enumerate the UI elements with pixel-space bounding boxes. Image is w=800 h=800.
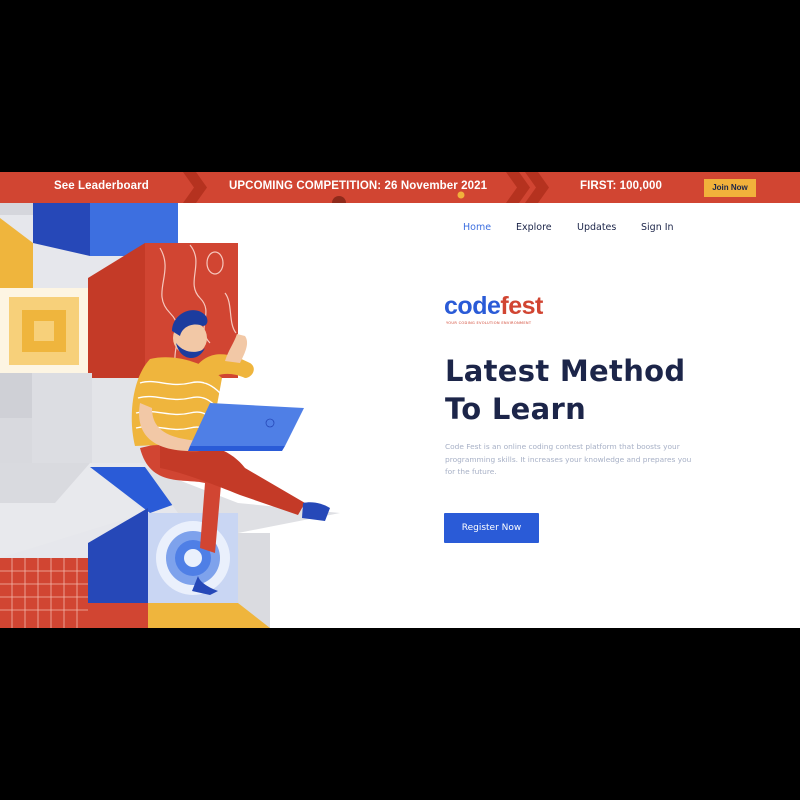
announcement-banner: See Leaderboard UPCOMING COMPETITION: 26… [0, 172, 800, 203]
logo-o: o [457, 292, 473, 320]
see-leaderboard-link[interactable]: See Leaderboard [54, 180, 149, 192]
nav-home-link[interactable]: Home [463, 222, 491, 233]
landing-page: See Leaderboard UPCOMING COMPETITION: 26… [0, 172, 800, 628]
first-prize-text: FIRST: 100,000 [580, 180, 662, 192]
hero-title-line2: To Learn [445, 392, 587, 426]
hero-title: Latest Method To Learn [445, 352, 685, 428]
logo-fest: fest [500, 292, 543, 320]
logo-de: de [472, 292, 501, 320]
logo-c: c [444, 292, 458, 320]
logo-wordmark: codefest [444, 292, 543, 320]
register-now-button[interactable]: Register Now [444, 513, 539, 543]
nav-explore-link[interactable]: Explore [516, 222, 552, 233]
join-now-button[interactable]: Join Now [704, 179, 756, 197]
hero-title-line1: Latest Method [445, 354, 686, 388]
hero-description: Code Fest is an online coding contest pl… [445, 442, 692, 476]
hero-illustration [0, 203, 340, 628]
main-nav: Home Explore Updates Sign In [0, 222, 800, 236]
logo-tagline: YOUR CODING EVOLUTION ENVIRONMENT [446, 321, 532, 325]
codefest-logo[interactable]: codefest YOUR CODING EVOLUTION ENVIRONME… [444, 292, 556, 332]
competition-date-text: UPCOMING COMPETITION: 26 November 2021 [229, 180, 488, 192]
nav-sign-in-link[interactable]: Sign In [641, 222, 674, 233]
nav-updates-link[interactable]: Updates [577, 222, 616, 233]
